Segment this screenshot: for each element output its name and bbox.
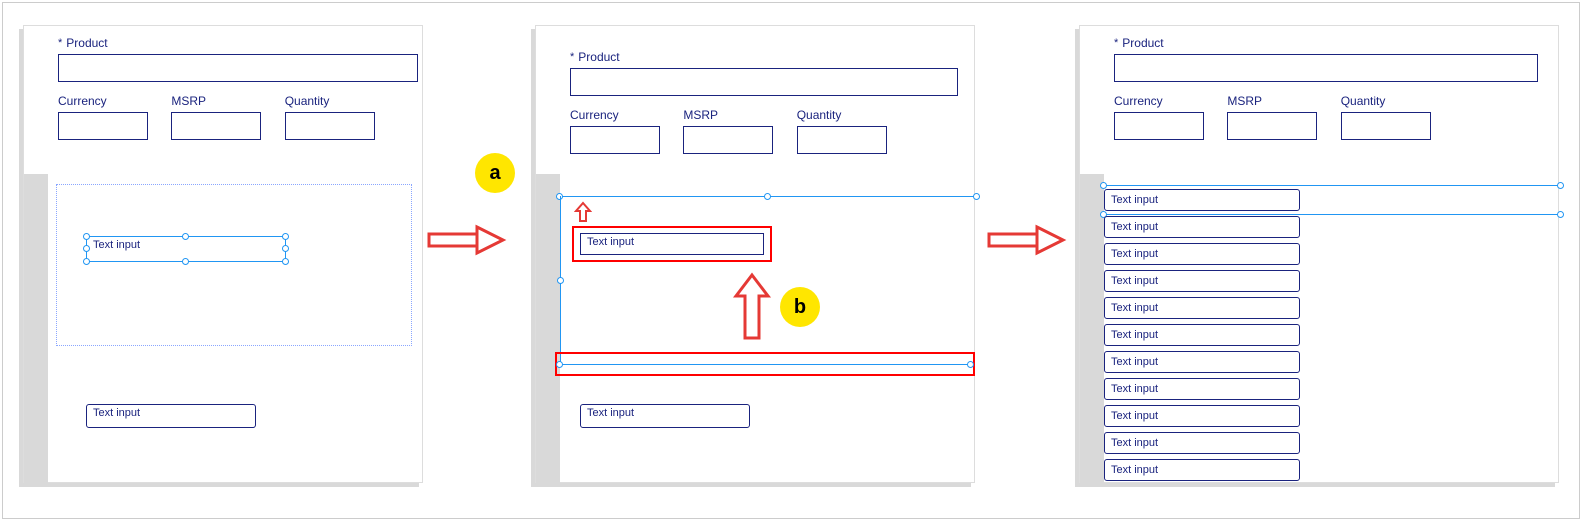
required-asterisk: * [1114,37,1118,49]
textinput-placeholder: Text input [1105,407,1164,425]
required-asterisk: * [58,37,62,49]
textinput-placeholder: Text input [1105,191,1164,209]
gallery-row: Text input [1104,402,1560,429]
currency-label: Currency [570,108,660,122]
static-textinput[interactable]: Text input [580,404,750,428]
textinput-in-gallery-template[interactable]: Text input [580,233,764,255]
product-label: Product [1122,36,1163,50]
gallery-rows-container: Text input Text input Text input Text input… [1104,186,1560,483]
panel-step1: * Product Currency MSRP Quantity [23,25,423,483]
panel-gray-edge [536,174,560,484]
msrp-input[interactable] [683,126,773,154]
textinput-placeholder: Text input [1105,380,1164,398]
textinput-placeholder: Text input [1105,272,1164,290]
msrp-label: MSRP [1227,94,1317,108]
gallery-row-textinput[interactable]: Text input [1104,324,1300,346]
product-input[interactable] [570,68,958,96]
quantity-input[interactable] [1341,112,1431,140]
textinput-placeholder: Text input [1105,245,1164,263]
product-label-row: * Product [570,50,964,64]
gallery-row-textinput[interactable]: Text input [1104,243,1300,265]
gallery-row: Text input [1104,213,1560,240]
panel-gray-edge [1080,174,1104,484]
currency-input[interactable] [570,126,660,154]
textinput-placeholder: Text input [87,404,146,422]
gallery-row-textinput[interactable]: Text input [1104,432,1300,454]
msrp-input[interactable] [171,112,261,140]
gallery-row: Text input [1104,375,1560,402]
msrp-label: MSRP [683,108,773,122]
gallery-left-edge [560,196,561,366]
product-input[interactable] [1114,54,1538,82]
quantity-label: Quantity [285,94,375,108]
field-row: Currency MSRP Quantity [58,94,412,140]
gallery-row-textinput[interactable]: Text input [1104,189,1300,211]
gallery-top-edge [560,196,976,197]
gallery-row: Text input [1104,294,1560,321]
quantity-input[interactable] [285,112,375,140]
currency-input[interactable] [1114,112,1204,140]
product-label: Product [66,36,107,50]
gallery-row: Text input [1104,348,1560,375]
msrp-input[interactable] [1227,112,1317,140]
textinput-placeholder: Text input [581,233,640,251]
gallery-row: Text input [1104,429,1560,456]
currency-input[interactable] [58,112,148,140]
textinput-placeholder: Text input [1105,461,1164,479]
large-arrow-up-b [732,272,772,345]
arrow-step1-to-step2 [427,225,507,258]
gallery-row: Text input [1104,267,1560,294]
diagram-canvas: * Product Currency MSRP Quantity [2,2,1580,519]
annotation-badge-b: b [780,287,820,327]
gallery-row-textinput[interactable]: Text input [1104,459,1300,481]
currency-label: Currency [58,94,148,108]
panel-step2: * Product Currency MSRP Quantity [535,25,975,483]
textinput-placeholder: Text input [1105,218,1164,236]
selected-textinput-wrapper: Text input [86,236,286,262]
currency-label: Currency [1114,94,1204,108]
gallery-row-textinput[interactable]: Text input [1104,378,1300,400]
gallery-row: Text input [1104,240,1560,267]
textinput-placeholder: Text input [87,236,146,254]
annotation-b-text: b [794,296,806,319]
quantity-label: Quantity [1341,94,1431,108]
quantity-input[interactable] [797,126,887,154]
gallery-row: Text input [1104,186,1560,213]
gallery-row: Text input [1104,321,1560,348]
gallery-row-textinput[interactable]: Text input [1104,216,1300,238]
textinput-placeholder: Text input [1105,326,1164,344]
product-label-row: * Product [1114,36,1548,50]
gallery-row-textinput[interactable]: Text input [1104,405,1300,427]
textinput-placeholder: Text input [1105,299,1164,317]
product-label: Product [578,50,619,64]
annotation-badge-a: a [475,153,515,193]
product-label-row: * Product [58,36,412,50]
required-asterisk: * [570,51,574,63]
arrow-step2-to-step3 [987,225,1067,258]
product-input[interactable] [58,54,418,82]
static-textinput[interactable]: Text input [86,404,256,428]
panel-step3: * Product Currency MSRP Quantity [1079,25,1559,483]
gallery-bottom-edge [560,364,970,365]
field-row: Currency MSRP Quantity [570,108,964,154]
selected-textinput[interactable]: Text input [86,236,286,262]
gallery-row-textinput[interactable]: Text input [1104,297,1300,319]
field-row: Currency MSRP Quantity [1114,94,1548,140]
textinput-placeholder: Text input [581,404,640,422]
gallery-row: Text input [1104,456,1560,483]
msrp-label: MSRP [171,94,261,108]
gallery-row-textinput[interactable]: Text input [1104,351,1300,373]
annotation-a-text: a [489,162,500,185]
textinput-placeholder: Text input [1105,434,1164,452]
textinput-placeholder: Text input [1105,353,1164,371]
panel-gray-edge [24,174,48,484]
small-arrow-up-a [574,201,592,226]
dotted-container-placeholder [56,184,412,346]
quantity-label: Quantity [797,108,887,122]
gallery-row-textinput[interactable]: Text input [1104,270,1300,292]
